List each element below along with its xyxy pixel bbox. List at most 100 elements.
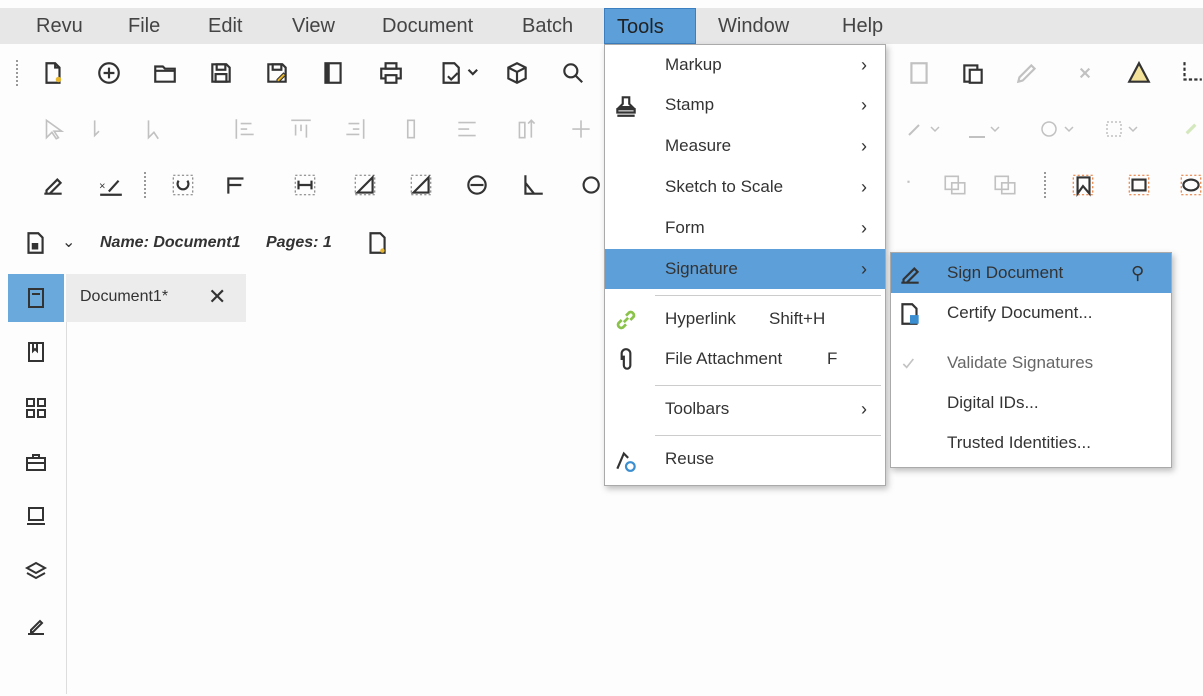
menu-document[interactable]: Document: [370, 8, 485, 44]
close-small-icon[interactable]: [1070, 58, 1100, 88]
submenu-item-trusted-identities[interactable]: Trusted Identities...: [891, 423, 1171, 463]
arrow-tool-icon[interactable]: [38, 114, 68, 144]
menu-file[interactable]: File: [116, 8, 172, 44]
line-color-icon[interactable]: [900, 114, 950, 144]
pdf-document-icon[interactable]: [20, 228, 50, 258]
print-dropdown-icon[interactable]: [436, 58, 488, 88]
save-icon[interactable]: [206, 58, 236, 88]
crop-icon[interactable]: [1176, 58, 1203, 88]
volume-icon[interactable]: [406, 170, 436, 200]
chevron-right-icon: ›: [861, 259, 867, 279]
submenu-item-label: Validate Signatures: [947, 353, 1094, 372]
align-left-icon[interactable]: [230, 114, 260, 144]
menu-help[interactable]: Help: [830, 8, 895, 44]
bookmarks-icon[interactable]: [8, 328, 64, 376]
diameter-icon[interactable]: [462, 170, 492, 200]
submenu-item-label: Certify Document...: [947, 303, 1093, 322]
print-icon[interactable]: [376, 58, 406, 88]
opacity-icon[interactable]: [1034, 114, 1084, 144]
submenu-item-label: Sign Document: [947, 263, 1064, 282]
flip-icon[interactable]: [512, 114, 542, 144]
signatures-panel-icon[interactable]: [8, 602, 64, 650]
align-bottom-icon[interactable]: [396, 114, 426, 144]
pen-icon[interactable]: [1012, 58, 1042, 88]
menu-item-label: Sketch to Scale: [665, 177, 784, 196]
angle-icon[interactable]: [518, 170, 548, 200]
book-icon[interactable]: [318, 58, 348, 88]
menu-item-reuse[interactable]: Reuse: [605, 439, 885, 479]
polylength-icon[interactable]: [222, 170, 252, 200]
paperclip-icon: [611, 345, 641, 375]
menu-item-sketch-to-scale[interactable]: Sketch to Scale ›: [605, 167, 885, 207]
rectangle-icon[interactable]: [1124, 170, 1154, 200]
open-folder-icon[interactable]: [150, 58, 180, 88]
menu-window[interactable]: Window: [706, 8, 801, 44]
search-icon[interactable]: [558, 58, 588, 88]
flag-icon[interactable]: [1068, 170, 1098, 200]
fill-color-icon[interactable]: [960, 114, 1010, 144]
new-document-icon[interactable]: [38, 58, 68, 88]
hatch-icon[interactable]: [1098, 114, 1148, 144]
clipboard-icon[interactable]: [958, 58, 988, 88]
svg-text:×: ×: [99, 180, 105, 192]
menu-separator: [655, 385, 881, 386]
pointer-icon[interactable]: [140, 114, 170, 144]
thumbnails-panel-icon[interactable]: [8, 274, 64, 322]
submenu-item-label: Trusted Identities...: [947, 433, 1091, 452]
toolbar-separator: [16, 60, 18, 86]
menu-item-label: Stamp: [665, 95, 715, 114]
radius-icon[interactable]: [574, 170, 604, 200]
menu-item-form[interactable]: Form ›: [605, 208, 885, 248]
link-icon[interactable]: [1176, 114, 1203, 144]
align-top-icon[interactable]: [286, 114, 316, 144]
layers-icon[interactable]: [8, 548, 64, 596]
move-icon[interactable]: [566, 114, 596, 144]
document-tab[interactable]: Document1* ✕: [66, 274, 246, 322]
menu-item-toolbars[interactable]: Toolbars ›: [605, 389, 885, 429]
menu-item-signature[interactable]: Signature ›: [605, 249, 885, 289]
distribute-icon[interactable]: [452, 114, 482, 144]
3d-box-icon[interactable]: [502, 58, 532, 88]
toolbox-icon[interactable]: [8, 438, 64, 486]
menu-item-markup[interactable]: Markup ›: [605, 45, 885, 85]
chevron-right-icon: ›: [861, 399, 867, 419]
shortcut-label: F: [827, 349, 838, 368]
menu-item-hyperlink[interactable]: Hyperlink Shift+H: [605, 299, 885, 339]
menu-tools[interactable]: Tools: [604, 8, 696, 44]
select-tool-icon[interactable]: [84, 114, 114, 144]
menu-item-file-attachment[interactable]: File Attachment F: [605, 339, 885, 379]
warning-bell-icon[interactable]: [1124, 58, 1154, 88]
menu-batch[interactable]: Batch: [510, 8, 585, 44]
measure-toolbar: ×: [0, 164, 1203, 206]
ellipse-icon[interactable]: [1176, 170, 1203, 200]
grid-icon[interactable]: [8, 384, 64, 432]
submenu-item-validate-signatures[interactable]: Validate Signatures: [891, 343, 1171, 383]
add-icon[interactable]: [94, 58, 124, 88]
align-right-icon[interactable]: [340, 114, 370, 144]
page-icon[interactable]: [362, 228, 392, 258]
submenu-item-digital-ids[interactable]: Digital IDs...: [891, 383, 1171, 423]
area-icon[interactable]: [350, 170, 380, 200]
chevron-down-icon[interactable]: ⌄: [62, 232, 75, 252]
submenu-item-certify-document[interactable]: Certify Document...: [891, 293, 1171, 333]
chevron-right-icon: ›: [861, 95, 867, 115]
pin-icon[interactable]: ⚲: [1131, 253, 1144, 293]
menu-revu[interactable]: Revu: [24, 8, 95, 44]
dynamic-fill-icon[interactable]: [990, 170, 1020, 200]
menu-item-measure[interactable]: Measure ›: [605, 126, 885, 166]
count-icon[interactable]: [900, 170, 930, 200]
close-icon[interactable]: ✕: [208, 284, 226, 310]
menu-view[interactable]: View: [280, 8, 347, 44]
properties-icon[interactable]: [8, 492, 64, 540]
menu-edit[interactable]: Edit: [196, 8, 254, 44]
cutout-icon[interactable]: [940, 170, 970, 200]
signature-pen-icon[interactable]: [38, 170, 68, 200]
initials-icon[interactable]: ×: [96, 170, 126, 200]
menu-item-stamp[interactable]: Stamp ›: [605, 85, 885, 125]
save-as-icon[interactable]: [262, 58, 292, 88]
shortcut-label: Shift+H: [769, 309, 826, 328]
perimeter-icon[interactable]: [168, 170, 198, 200]
length-icon[interactable]: [290, 170, 320, 200]
document-icon[interactable]: [904, 58, 934, 88]
submenu-item-sign-document[interactable]: Sign Document ⚲: [891, 253, 1171, 293]
